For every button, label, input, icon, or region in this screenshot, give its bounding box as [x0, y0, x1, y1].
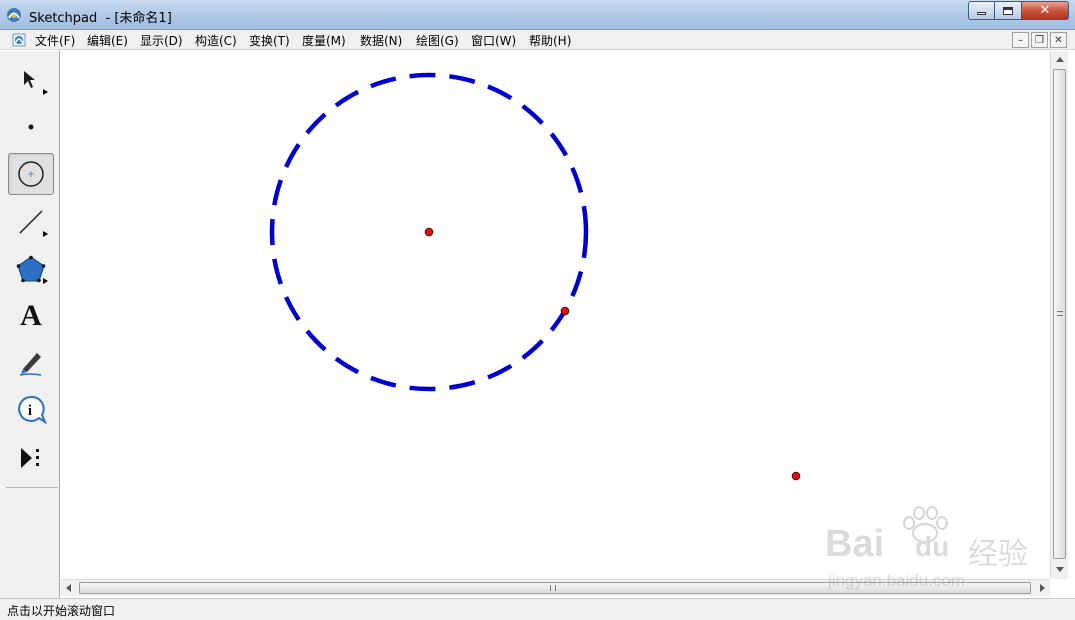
toolbox: A i: [0, 51, 60, 598]
menu-construct[interactable]: 构造(C): [195, 32, 237, 49]
menu-transform[interactable]: 变换(T): [249, 32, 290, 49]
minimize-icon: [977, 12, 986, 15]
marker-tool[interactable]: [8, 342, 54, 384]
custom-tool[interactable]: [8, 437, 54, 479]
menu-help[interactable]: 帮助(H): [529, 32, 571, 49]
status-bar: 点击以开始滚动窗口: [0, 598, 1075, 620]
info-letter: i: [28, 403, 32, 419]
grip-icon: [1057, 311, 1063, 316]
scroll-right-icon[interactable]: [1040, 584, 1045, 592]
menu-edit[interactable]: 编辑(E): [87, 32, 128, 49]
watermark-brand-du: du: [915, 531, 950, 562]
watermark-url: jingyan.baidu.com: [828, 571, 966, 590]
submenu-arrow-icon: [43, 89, 48, 95]
scroll-up-icon[interactable]: [1056, 57, 1064, 62]
close-icon: ✕: [1039, 3, 1051, 18]
menu-window[interactable]: 窗口(W): [471, 32, 516, 49]
submenu-arrow-icon: [43, 231, 48, 237]
vertical-scroll-thumb[interactable]: [1053, 69, 1066, 559]
arrow-icon: [24, 71, 35, 88]
close-icon: ✕: [1054, 34, 1063, 46]
vertical-scrollbar[interactable]: [1050, 51, 1068, 579]
doc-close-button[interactable]: ✕: [1050, 32, 1067, 48]
menu-file[interactable]: 文件(F): [35, 32, 75, 49]
document-icon[interactable]: [12, 33, 26, 47]
minimize-button[interactable]: [968, 1, 995, 20]
circle-icon: [18, 161, 44, 187]
toolbox-separator: [6, 487, 58, 488]
free-point[interactable]: [791, 471, 801, 481]
text-icon: A: [20, 299, 42, 332]
compass-tool[interactable]: [8, 153, 54, 195]
title-bar: Sketchpad - [未命名1] ✕: [0, 0, 1075, 30]
center-point[interactable]: [424, 227, 434, 237]
status-text: 点击以开始滚动窗口: [7, 604, 116, 618]
info-icon: i: [18, 395, 47, 425]
scroll-left-icon[interactable]: [66, 584, 71, 592]
sketch-drawing[interactable]: [61, 51, 1050, 579]
scroll-down-icon[interactable]: [1056, 567, 1064, 572]
sketchpad-app-icon[interactable]: [6, 7, 22, 23]
menu-bar: 文件(F) 编辑(E) 显示(D) 构造(C) 变换(T) 度量(M) 数据(N…: [0, 30, 1075, 50]
minimize-icon: –: [1018, 34, 1023, 46]
doc-minimize-button[interactable]: –: [1012, 32, 1029, 48]
restore-icon: ❐: [1035, 34, 1044, 46]
watermark-brand: Bai: [825, 523, 885, 565]
watermark-brand-jingyan: 经验: [968, 537, 1028, 572]
sketch-canvas[interactable]: [61, 51, 1050, 579]
grip-icon: [550, 585, 556, 591]
maximize-icon: [1003, 6, 1013, 15]
point-tool[interactable]: [8, 106, 54, 148]
line-icon: [19, 210, 43, 234]
point-icon: [28, 124, 34, 130]
straightedge-tool[interactable]: [8, 201, 54, 243]
menu-display[interactable]: 显示(D): [140, 32, 183, 49]
menu-data[interactable]: 数据(N): [360, 32, 402, 49]
information-tool[interactable]: i: [8, 389, 54, 431]
close-button[interactable]: ✕: [1022, 1, 1069, 20]
doc-restore-button[interactable]: ❐: [1031, 32, 1048, 48]
submenu-arrow-icon: [43, 278, 48, 284]
polygon-tool[interactable]: [8, 248, 54, 290]
text-tool[interactable]: A: [8, 295, 54, 337]
window-title: Sketchpad - [未命名1]: [29, 11, 172, 26]
radius-point[interactable]: [560, 306, 570, 316]
arrow-tool[interactable]: [8, 59, 54, 101]
baidu-watermark: Bai du 经验 jingyan.baidu.com: [820, 505, 1040, 595]
marker-icon: [19, 353, 42, 376]
custom-tools-icon: [21, 448, 39, 468]
polygon-icon: [16, 255, 46, 283]
maximize-button[interactable]: [995, 1, 1022, 20]
menu-measure[interactable]: 度量(M): [302, 32, 346, 49]
menu-graph[interactable]: 绘图(G): [416, 32, 459, 49]
